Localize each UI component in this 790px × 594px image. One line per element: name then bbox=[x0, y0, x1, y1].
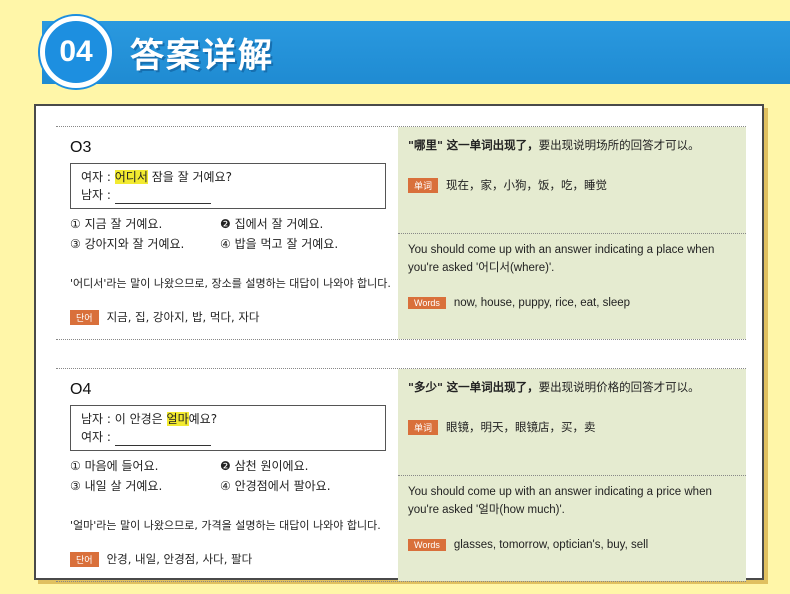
en-words-list: now, house, puppy, rice, eat, sleep bbox=[453, 297, 631, 309]
question-number: O3 bbox=[70, 139, 92, 156]
dialogue-line-1: 남자 : 이 안경은 얼마예요? bbox=[81, 410, 375, 428]
cn-words-tag: 单词 bbox=[408, 177, 439, 193]
en-words-list: glasses, tomorrow, optician's, buy, sell bbox=[453, 539, 649, 551]
vocab-row: 단어 지금, 집, 강아지, 밥, 먹다, 자다 bbox=[70, 309, 260, 325]
cn-rest-text: 要出现说明场所的回答才可以。 bbox=[538, 138, 700, 152]
option-2-correct: ❷ 집에서 잘 거예요. bbox=[220, 217, 324, 231]
speaker-text: 여자 : bbox=[81, 430, 115, 444]
highlighted-word: 어디서 bbox=[114, 170, 148, 184]
vocab-row: 단어 안경, 내일, 안경점, 사다, 팔다 bbox=[70, 551, 252, 567]
chinese-explanation: "多少" 这一单词出现了，要出现说明价格的回答才可以。 bbox=[408, 379, 738, 395]
vocab-list: 안경, 내일, 안경점, 사다, 팔다 bbox=[106, 552, 253, 566]
vocab-list: 지금, 집, 강아지, 밥, 먹다, 자다 bbox=[106, 310, 260, 324]
english-explanation: You should come up with an answer indica… bbox=[408, 244, 715, 274]
dialogue-box: 남자 : 이 안경은 얼마예요? 여자 : bbox=[70, 405, 386, 451]
vocab-tag: 단어 bbox=[70, 309, 99, 325]
cn-bold-text: 这一单词出现了， bbox=[446, 138, 539, 152]
speaker-text: 남자 : bbox=[81, 188, 115, 202]
speaker-text: 여자 : bbox=[81, 170, 115, 184]
cn-quoted-word: "多少" bbox=[408, 380, 443, 394]
en-words-tag: Words bbox=[408, 297, 446, 309]
cn-bold-text: 这一单词出现了， bbox=[446, 380, 539, 394]
answer-blank bbox=[114, 191, 211, 204]
question-block-3: O3 여자 : 어디서 잠을 잘 거예요? 남자 : ① 지금 잘 거예요. ❷… bbox=[56, 126, 746, 340]
en-words-tag: Words bbox=[408, 539, 446, 551]
dialogue-text: 예요? bbox=[188, 412, 218, 426]
section-number-badge: 04 bbox=[40, 16, 112, 88]
vocab-tag: 단어 bbox=[70, 551, 99, 567]
korean-panel: O3 여자 : 어디서 잠을 잘 거예요? 남자 : ① 지금 잘 거예요. ❷… bbox=[56, 127, 396, 339]
option-2-correct: ❷ 삼천 원이에요. bbox=[220, 459, 309, 473]
dialogue-line-1: 여자 : 어디서 잠을 잘 거예요? bbox=[81, 168, 375, 186]
option-3: ③ 강아지와 잘 거예요. bbox=[70, 237, 185, 251]
chinese-explanation: "哪里" 这一单词出现了，要出现说明场所的回答才可以。 bbox=[408, 137, 738, 153]
explanation-text: '얼마'라는 말이 나왔으므로, 가격을 설명하는 대답이 나와야 합니다. bbox=[70, 519, 381, 532]
section-header: 04 答案详解 bbox=[0, 0, 790, 92]
chinese-words-row: 单词 现在，家，小狗，饭，吃，睡觉 bbox=[408, 177, 607, 193]
korean-panel: O4 남자 : 이 안경은 얼마예요? 여자 : ① 마음에 들어요. ❷ 삼천… bbox=[56, 369, 396, 581]
cn-words-tag: 单词 bbox=[408, 419, 439, 435]
question-block-4: O4 남자 : 이 안경은 얼마예요? 여자 : ① 마음에 들어요. ❷ 삼천… bbox=[56, 368, 746, 582]
question-number: O4 bbox=[70, 381, 92, 398]
answer-blank bbox=[114, 433, 211, 446]
translation-panel: "哪里" 这一单词出现了，要出现说明场所的回答才可以。 单词 现在，家，小狗，饭… bbox=[398, 127, 746, 339]
chinese-words-row: 单词 眼镜，明天，眼镜店，买，卖 bbox=[408, 419, 596, 435]
answer-card: O3 여자 : 어디서 잠을 잘 거예요? 남자 : ① 지금 잘 거예요. ❷… bbox=[34, 104, 764, 582]
explanation-text: '어디서'라는 말이 나왔으므로, 장소를 설명하는 대답이 나와야 합니다. bbox=[70, 277, 391, 290]
dialogue-line-2: 여자 : bbox=[81, 428, 375, 446]
option-1: ① 마음에 들어요. bbox=[70, 459, 159, 473]
english-words-row: Words glasses, tomorrow, optician's, buy… bbox=[408, 539, 648, 551]
option-1: ① 지금 잘 거예요. bbox=[70, 217, 163, 231]
cn-words-list: 现在，家，小狗，饭，吃，睡觉 bbox=[446, 178, 608, 192]
translation-panel: "多少" 这一单词出现了，要出现说明价格的回答才可以。 单词 眼镜，明天，眼镜店… bbox=[398, 369, 746, 581]
option-4: ④ 안경점에서 팔아요. bbox=[220, 479, 331, 493]
cn-rest-text: 要出现说明价格的回答才可以。 bbox=[538, 380, 700, 394]
dialogue-text: 남자 : 이 안경은 bbox=[81, 412, 167, 426]
dialogue-box: 여자 : 어디서 잠을 잘 거예요? 남자 : bbox=[70, 163, 386, 209]
cn-quoted-word: "哪里" bbox=[408, 138, 443, 152]
chinese-section: "哪里" 这一单词出现了，要出现说明场所的回答才可以。 单词 现在，家，小狗，饭… bbox=[398, 127, 746, 234]
dialogue-text: 잠을 잘 거예요? bbox=[147, 170, 232, 184]
option-3: ③ 내일 살 거예요. bbox=[70, 479, 163, 493]
chinese-section: "多少" 这一单词出现了，要出现说明价格的回答才可以。 单词 眼镜，明天，眼镜店… bbox=[398, 369, 746, 476]
dialogue-line-2: 남자 : bbox=[81, 186, 375, 204]
cn-words-list: 眼镜，明天，眼镜店，买，卖 bbox=[446, 420, 596, 434]
highlighted-word: 얼마 bbox=[166, 412, 189, 426]
english-words-row: Words now, house, puppy, rice, eat, slee… bbox=[408, 297, 630, 309]
section-title: 答案详解 bbox=[130, 36, 274, 76]
english-explanation: You should come up with an answer indica… bbox=[408, 486, 712, 516]
option-4: ④ 밥을 먹고 잘 거예요. bbox=[220, 237, 339, 251]
